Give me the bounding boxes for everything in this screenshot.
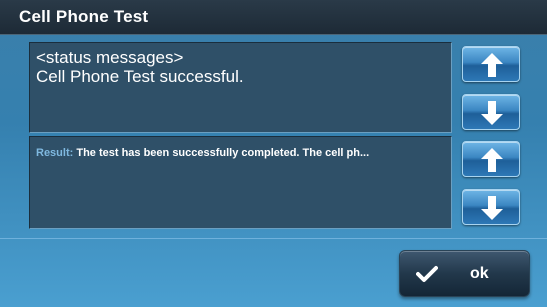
status-messages-panel[interactable]: <status messages> Cell Phone Test succes… [29,42,452,133]
ok-button[interactable]: ok [399,250,530,297]
result-label: Result: [36,147,74,159]
result-panel[interactable]: Result: The test has been successfully c… [29,136,452,229]
status-scroll-up-button[interactable] [462,46,520,82]
result-scroll-down-button[interactable] [462,189,520,225]
arrow-down-icon [481,101,503,125]
arrow-up-icon [481,148,503,172]
footer-divider [0,238,547,239]
checkmark-icon [416,266,438,282]
arrow-down-icon [481,196,503,220]
cell-phone-test-dialog: Cell Phone Test <status messages> Cell P… [0,0,547,307]
result-scroll-up-button[interactable] [462,141,520,177]
title-bar: Cell Phone Test [0,0,547,35]
result-value: The test has been successfully completed… [76,147,370,159]
dialog-title: Cell Phone Test [19,7,149,26]
result-text: Result: The test has been successfully c… [36,147,446,159]
status-scroll-down-button[interactable] [462,94,520,130]
status-line: Cell Phone Test successful. [36,67,244,86]
arrow-up-icon [481,53,503,77]
status-line: <status messages> [36,48,184,67]
ok-button-label: ok [470,265,489,282]
